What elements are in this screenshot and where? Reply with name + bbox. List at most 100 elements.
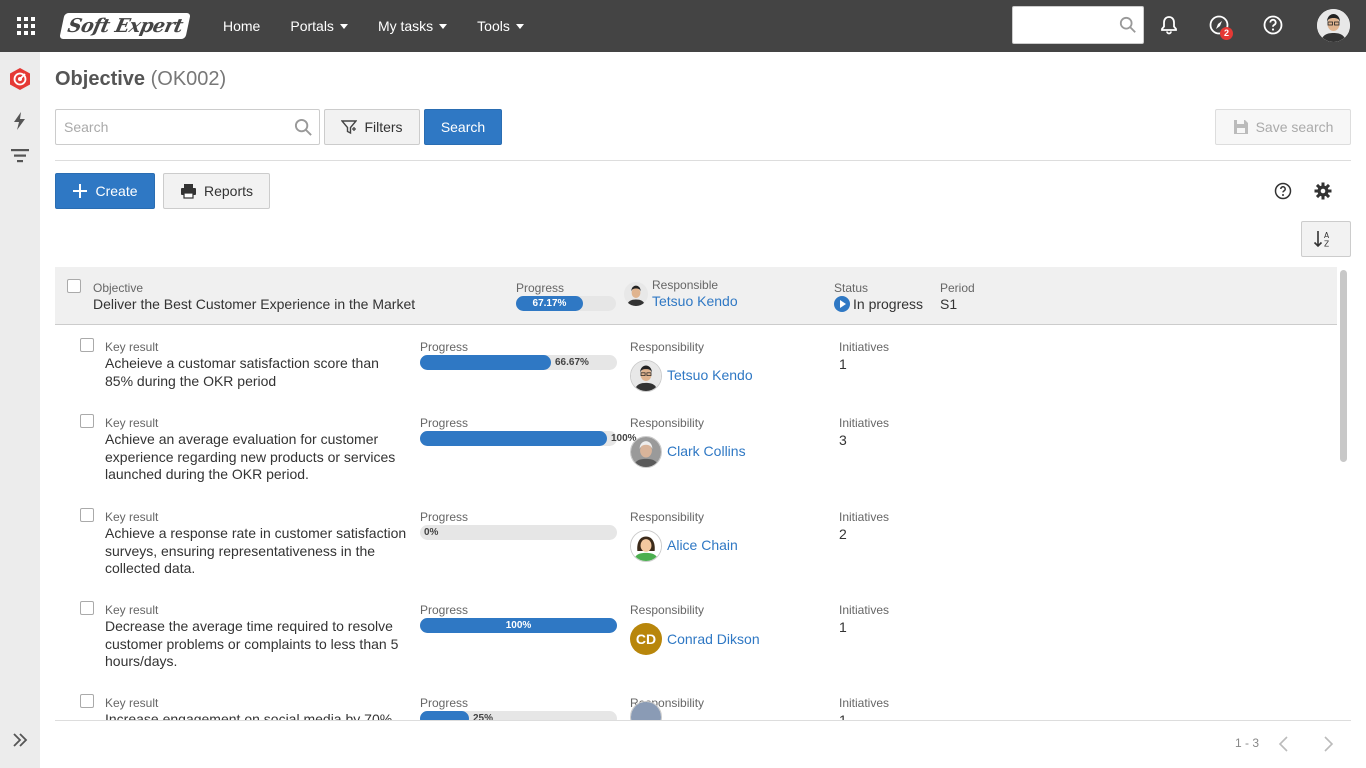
play-status-icon <box>834 296 850 312</box>
apps-grid-icon[interactable] <box>0 0 52 52</box>
progress-text: 100% <box>505 620 532 631</box>
responsible-link[interactable]: Tetsuo Kendo <box>652 293 738 309</box>
key-result-text[interactable]: Achieve an average evaluation for custom… <box>105 431 410 484</box>
initiatives-label: Initiatives <box>839 416 890 430</box>
progress-fill <box>420 711 469 720</box>
key-result-text[interactable]: Achieve a response rate in customer sati… <box>105 525 410 578</box>
divider <box>55 160 1351 161</box>
top-bar: Soft Expert Home Portals My tasks Tools … <box>0 0 1366 52</box>
lightning-icon[interactable] <box>8 109 32 133</box>
progress-text: 25% <box>473 713 494 720</box>
key-result-text[interactable]: Decrease the average time required to re… <box>105 618 410 671</box>
key-result-label: Key result <box>105 696 159 710</box>
nav-portals[interactable]: Portals <box>275 0 363 52</box>
key-result-progress-bar: 66.67% <box>420 355 617 370</box>
divider <box>55 720 1351 721</box>
save-search-button[interactable]: Save search <box>1215 109 1351 145</box>
help-circle-icon[interactable] <box>1273 181 1293 201</box>
bell-icon[interactable] <box>1156 12 1182 38</box>
progress-text: 67.17% <box>532 298 567 309</box>
pager-range: 1 - 3 <box>1235 736 1260 750</box>
search-icon[interactable] <box>1119 16 1137 34</box>
progress-label: Progress <box>420 696 469 710</box>
key-result-checkbox[interactable] <box>80 508 94 522</box>
initiatives-count: 1 <box>839 712 847 720</box>
main-nav: Home Portals My tasks Tools <box>208 0 539 52</box>
initiatives-label: Initiatives <box>839 510 890 524</box>
nav-tools[interactable]: Tools <box>462 0 539 52</box>
key-result-text[interactable]: Increase engagement on social media by 7… <box>105 711 410 720</box>
softexpert-logo[interactable]: Soft Expert <box>59 12 192 40</box>
create-button[interactable]: Create <box>55 173 155 209</box>
objective-name[interactable]: Deliver the Best Customer Experience in … <box>93 296 415 312</box>
progress-label: Progress <box>420 603 469 617</box>
search-field[interactable] <box>55 109 320 145</box>
filters-button[interactable]: Filters <box>324 109 420 145</box>
responsible-avatar <box>624 282 648 306</box>
key-result-row[interactable]: Key result Increase engagement on social… <box>55 692 1337 720</box>
owner-link[interactable]: Tetsuo Kendo <box>667 367 753 383</box>
progress-text: 0% <box>424 527 439 538</box>
search-icon[interactable] <box>294 118 313 137</box>
key-result-checkbox[interactable] <box>80 338 94 352</box>
key-result-progress-bar: 100% <box>420 431 637 446</box>
notification-badge: 2 <box>1220 27 1233 40</box>
responsible-label: Responsible <box>652 278 719 292</box>
owner-avatar: CD <box>630 623 662 655</box>
key-result-text[interactable]: Acheieve a customar satisfaction score t… <box>105 355 410 390</box>
printer-icon <box>180 184 196 199</box>
owner-link[interactable]: Alice Chain <box>667 537 738 553</box>
initiatives-count: 3 <box>839 432 847 448</box>
owner-avatar <box>630 530 662 562</box>
chevron-right-icon[interactable] <box>1318 734 1338 754</box>
chevron-left-icon[interactable] <box>1274 734 1294 754</box>
svg-text:Z: Z <box>1324 240 1329 249</box>
progress-label: Progress <box>420 340 469 354</box>
chevron-down-icon <box>339 23 348 29</box>
key-result-row[interactable]: Key result Achieve an average evaluation… <box>55 412 1337 502</box>
key-result-progress-bar: 100% <box>420 618 617 633</box>
search-input[interactable] <box>56 110 276 144</box>
plus-icon <box>73 184 88 198</box>
initiatives-label: Initiatives <box>839 603 890 617</box>
objective-row[interactable]: Objective Deliver the Best Customer Expe… <box>55 267 1337 325</box>
key-result-checkbox[interactable] <box>80 414 94 428</box>
okr-list: Objective Deliver the Best Customer Expe… <box>55 267 1337 720</box>
chevron-down-icon <box>439 23 448 29</box>
owner-link[interactable]: Conrad Dikson <box>667 631 760 647</box>
help-icon[interactable] <box>1260 12 1286 38</box>
left-rail <box>0 52 40 768</box>
status-value: In progress <box>834 296 923 312</box>
global-search-input[interactable] <box>1012 6 1144 44</box>
responsibility-label: Responsibility <box>630 603 705 617</box>
sort-button[interactable]: AZ <box>1301 221 1351 257</box>
key-result-checkbox[interactable] <box>80 601 94 615</box>
expand-rail-icon[interactable] <box>8 728 32 752</box>
sort-az-icon: AZ <box>1313 231 1330 249</box>
nav-my-tasks[interactable]: My tasks <box>363 0 462 52</box>
status-label: Status <box>834 281 869 295</box>
initiatives-count: 1 <box>839 356 847 372</box>
user-avatar[interactable] <box>1317 9 1350 42</box>
reports-button[interactable]: Reports <box>163 173 270 209</box>
objective-checkbox[interactable] <box>67 279 81 293</box>
nav-home[interactable]: Home <box>208 0 275 52</box>
owner-link[interactable]: Clark Collins <box>667 443 746 459</box>
initiatives-label: Initiatives <box>839 696 890 710</box>
gear-icon[interactable] <box>1313 181 1333 201</box>
key-result-label: Key result <box>105 510 159 524</box>
filter-lines-icon[interactable] <box>8 144 32 168</box>
key-result-label: Key result <box>105 416 159 430</box>
funnel-icon <box>341 120 358 135</box>
search-button[interactable]: Search <box>424 109 502 145</box>
period-value: S1 <box>940 296 958 312</box>
key-result-row[interactable]: Key result Decrease the average time req… <box>55 599 1337 689</box>
key-result-checkbox[interactable] <box>80 694 94 708</box>
objective-progress-bar: 67.17% <box>516 296 616 311</box>
target-app-icon[interactable] <box>8 67 32 91</box>
progress-fill <box>420 431 607 446</box>
progress-label: Progress <box>516 281 565 295</box>
scrollbar[interactable] <box>1340 270 1347 462</box>
key-result-row[interactable]: Key result Achieve a response rate in cu… <box>55 506 1337 596</box>
progress-label: Progress <box>420 510 469 524</box>
